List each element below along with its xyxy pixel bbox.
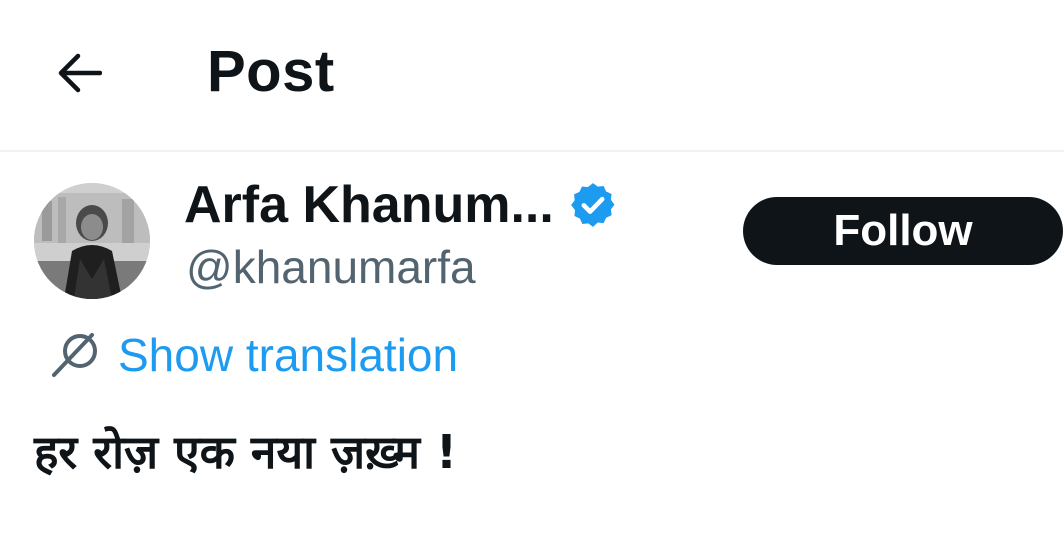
back-button[interactable] bbox=[50, 44, 108, 102]
translate-globe-icon bbox=[46, 327, 106, 383]
show-translation-row[interactable]: Show translation bbox=[46, 325, 458, 385]
top-bar: Post bbox=[0, 0, 1064, 152]
author-name-row: Arfa Khanum... bbox=[184, 172, 618, 238]
author-handle[interactable]: @khanumarfa bbox=[186, 240, 476, 294]
show-translation-link[interactable]: Show translation bbox=[118, 328, 458, 382]
post-text: हर रोज़ एक नया ज़ख़्म ! bbox=[34, 425, 458, 479]
avatar-photo bbox=[34, 183, 150, 299]
page-title: Post bbox=[207, 39, 335, 104]
avatar[interactable] bbox=[34, 183, 150, 299]
verified-badge-icon[interactable] bbox=[568, 180, 618, 230]
follow-button[interactable]: Follow bbox=[743, 197, 1063, 265]
arrow-left-icon bbox=[58, 53, 102, 93]
author-display-name[interactable]: Arfa Khanum... bbox=[184, 175, 554, 235]
